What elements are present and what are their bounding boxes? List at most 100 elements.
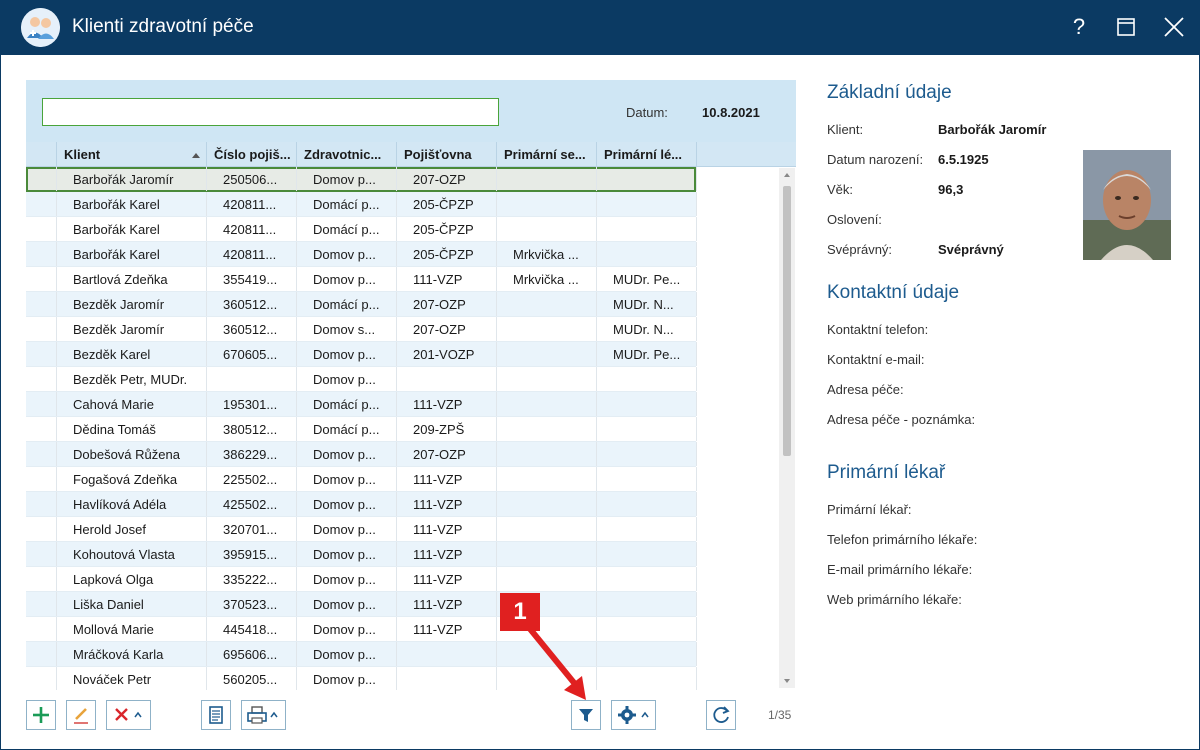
- section-title-basic: Základní údaje: [827, 82, 952, 103]
- scroll-thumb[interactable]: [783, 186, 791, 456]
- close-button[interactable]: [1160, 13, 1188, 41]
- table-row[interactable]: Lapková Olga 335222... Domov p... 111-VZP: [26, 567, 697, 592]
- row-lead-cell: [26, 517, 57, 541]
- add-icon: [33, 707, 49, 723]
- delete-button[interactable]: [106, 700, 151, 730]
- table-row[interactable]: Bezděk Jaromír 360512... Domácí p... 207-OZ…: [26, 292, 697, 317]
- table-cell: 670605...: [207, 342, 297, 366]
- row-lead-cell: [26, 542, 57, 566]
- table-row[interactable]: Kohoutová Vlasta 395915... Domov p... 111-V…: [26, 542, 697, 567]
- table-cell: 111-VZP: [397, 617, 497, 641]
- table-row[interactable]: Barbořák Karel 420811... Domácí p... 205-ČP…: [26, 217, 697, 242]
- document-button[interactable]: [201, 700, 231, 730]
- section-title-doctor: Primární lékař: [827, 462, 946, 483]
- table-cell: [597, 467, 697, 491]
- table-cell: [497, 442, 597, 466]
- add-button[interactable]: [26, 700, 56, 730]
- table-cell: 111-VZP: [397, 267, 497, 291]
- table-cell: 207-OZP: [397, 317, 497, 341]
- search-input[interactable]: [42, 98, 499, 126]
- table-cell: Barbořák Karel: [57, 242, 207, 266]
- table-cell: 320701...: [207, 517, 297, 541]
- close-icon: [1164, 17, 1184, 37]
- table-cell: 250506...: [207, 167, 297, 191]
- table-row[interactable]: Bezděk Petr, MUDr. Domov p...: [26, 367, 697, 392]
- column-header-client[interactable]: Klient: [57, 142, 207, 167]
- value-client: Barbořák Jaromír: [938, 122, 1047, 137]
- table-cell: 111-VZP: [397, 517, 497, 541]
- settings-icon: [618, 706, 649, 724]
- table-row[interactable]: Barbořák Karel 420811... Domov p... 205-ČPZ…: [26, 242, 697, 267]
- delete-icon: [115, 708, 142, 721]
- row-lead-cell: [26, 667, 57, 690]
- table-row[interactable]: Cahová Marie 195301... Domácí p... 111-VZP: [26, 392, 697, 417]
- value-birth-date: 6.5.1925: [938, 152, 989, 167]
- table-cell: 195301...: [207, 392, 297, 416]
- table-cell: Lapková Olga: [57, 567, 207, 591]
- label-salutation: Oslovení:: [827, 212, 882, 227]
- print-button[interactable]: [241, 700, 286, 730]
- label-primary-doctor: Primární lékař:: [827, 502, 912, 517]
- table-cell: Dědina Tomáš: [57, 417, 207, 441]
- help-button[interactable]: ?: [1065, 13, 1093, 41]
- settings-button[interactable]: [611, 700, 656, 730]
- maximize-button[interactable]: [1112, 13, 1140, 41]
- column-header-primary-doctor[interactable]: Primární lé...: [597, 142, 697, 167]
- table-cell: Bartlová Zdeňka: [57, 267, 207, 291]
- table-cell: Bezděk Petr, MUDr.: [57, 367, 207, 391]
- table-cell: Nováček Petr: [57, 667, 207, 690]
- table-cell: MUDr. Pe...: [597, 342, 697, 366]
- table-cell: [597, 592, 697, 616]
- row-lead-cell: [26, 317, 57, 341]
- table-row[interactable]: Bezděk Jaromír 360512... Domov s... 207-OZP…: [26, 317, 697, 342]
- table-cell: [597, 367, 697, 391]
- table-row[interactable]: Dobešová Růžena 386229... Domov p... 207-OZ…: [26, 442, 697, 467]
- table-cell: Barbořák Karel: [57, 192, 207, 216]
- table-cell: [397, 667, 497, 690]
- table-row[interactable]: Barbořák Karel 420811... Domácí p... 205-ČP…: [26, 192, 697, 217]
- table-cell: 205-ČPZP: [397, 217, 497, 241]
- row-lead-cell: [26, 592, 57, 616]
- table-cell: Domov p...: [297, 667, 397, 690]
- edit-button[interactable]: [66, 700, 96, 730]
- table-row[interactable]: Herold Josef 320701... Domov p... 111-VZP: [26, 517, 697, 542]
- column-header-facility[interactable]: Zdravotnic...: [297, 142, 397, 167]
- table-row[interactable]: Bezděk Karel 670605... Domov p... 201-VOZP M…: [26, 342, 697, 367]
- table-row[interactable]: Dědina Tomáš 380512... Domácí p... 209-ZPŠ: [26, 417, 697, 442]
- client-grid-panel: Datum: 10.8.2021 Klient Číslo pojiš... Z…: [26, 80, 796, 690]
- scroll-down-icon[interactable]: [784, 679, 790, 683]
- table-cell: [497, 467, 597, 491]
- document-icon: [209, 706, 223, 724]
- table-cell: [497, 317, 597, 341]
- table-row[interactable]: Barbořák Jaromír 250506... Domov p... 207-O…: [26, 167, 697, 192]
- refresh-button[interactable]: [706, 700, 736, 730]
- table-cell: 360512...: [207, 292, 297, 316]
- row-lead-cell: [26, 617, 57, 641]
- table-cell: 380512...: [207, 417, 297, 441]
- table-cell: 207-OZP: [397, 167, 497, 191]
- column-header-label: Klient: [64, 147, 101, 162]
- table-row[interactable]: Havlíková Adéla 425502... Domov p... 111-VZ…: [26, 492, 697, 517]
- vertical-scrollbar[interactable]: [779, 168, 795, 688]
- table-cell: Domov p...: [297, 167, 397, 191]
- label-care-address-note: Adresa péče - poznámka:: [827, 412, 976, 427]
- table-row[interactable]: Bartlová Zdeňka 355419... Domov p... 111-VZ…: [26, 267, 697, 292]
- table-cell: Barbořák Karel: [57, 217, 207, 241]
- grid-header: Klient Číslo pojiš... Zdravotnic... Poji…: [26, 142, 796, 167]
- date-label: Datum:: [626, 105, 668, 120]
- print-icon: [247, 706, 278, 724]
- column-header-primary-nurse[interactable]: Primární se...: [497, 142, 597, 167]
- column-header-insurer[interactable]: Pojišťovna: [397, 142, 497, 167]
- edit-icon: [74, 708, 88, 724]
- table-cell: Mráčková Karla: [57, 642, 207, 666]
- row-lead-cell: [26, 467, 57, 491]
- table-row[interactable]: Liška Daniel 370523... Domov p... 111-VZP: [26, 592, 697, 617]
- table-cell: 207-OZP: [397, 292, 497, 316]
- scroll-up-icon[interactable]: [784, 173, 790, 177]
- table-cell: 420811...: [207, 217, 297, 241]
- table-cell: Barbořák Jaromír: [57, 167, 207, 191]
- column-header-insurance-number[interactable]: Číslo pojiš...: [207, 142, 297, 167]
- row-lead-cell: [26, 167, 57, 191]
- title-bar: Klienti zdravotní péče ?: [0, 0, 1200, 55]
- table-row[interactable]: Fogašová Zdeňka 225502... Domov p... 111-VZ…: [26, 467, 697, 492]
